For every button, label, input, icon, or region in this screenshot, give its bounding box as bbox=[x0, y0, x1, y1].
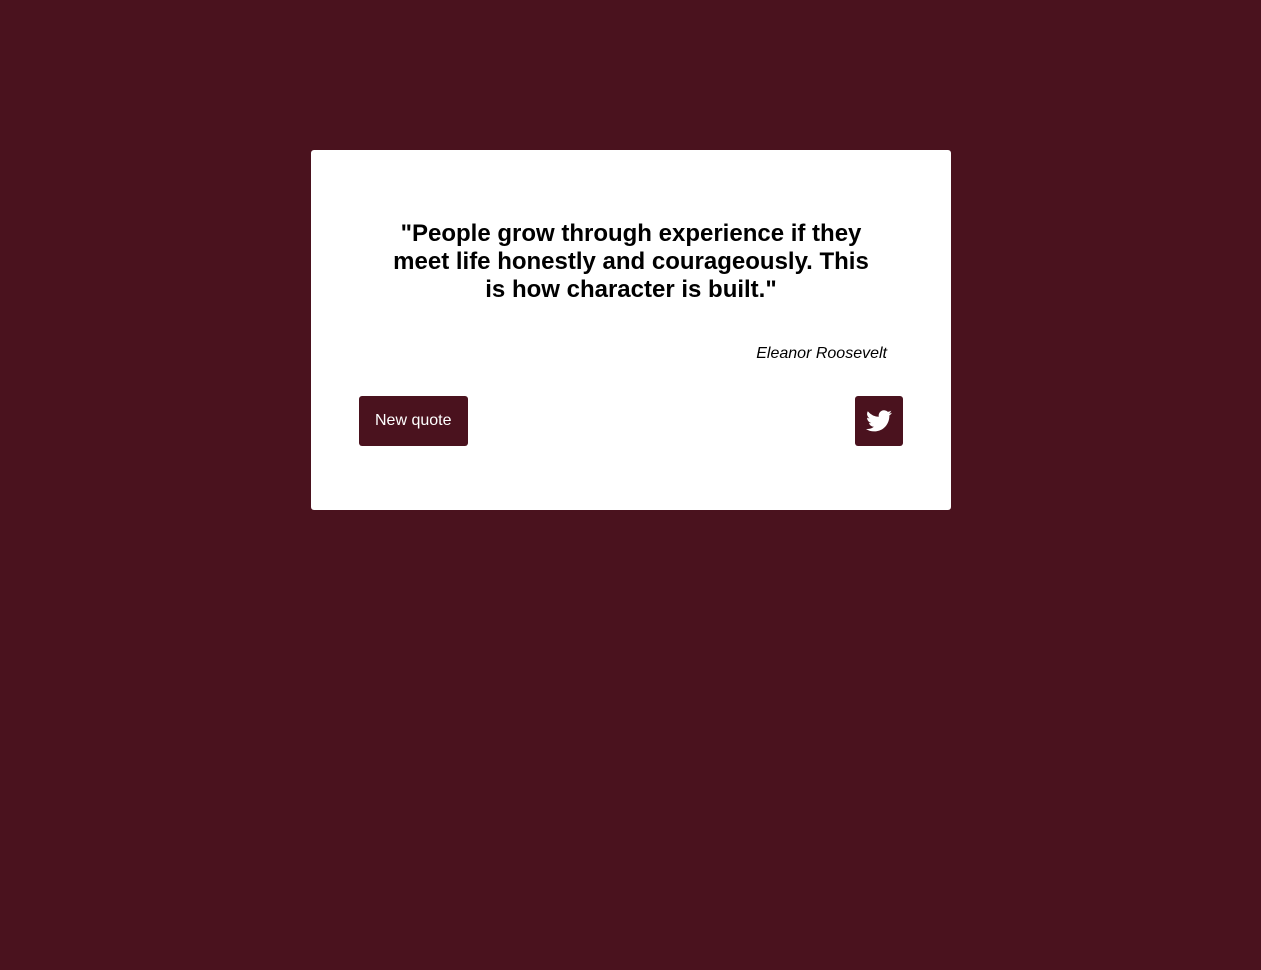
quote-text: "People grow through experience if they … bbox=[393, 220, 869, 303]
tweet-quote-button[interactable] bbox=[855, 396, 903, 446]
twitter-bird-icon bbox=[866, 410, 892, 432]
new-quote-button[interactable]: New quote bbox=[359, 396, 468, 446]
quote-box: "People grow through experience if they … bbox=[311, 150, 951, 510]
page-background: "People grow through experience if they … bbox=[0, 0, 1261, 970]
quote-author: Eleanor Roosevelt bbox=[756, 345, 887, 362]
